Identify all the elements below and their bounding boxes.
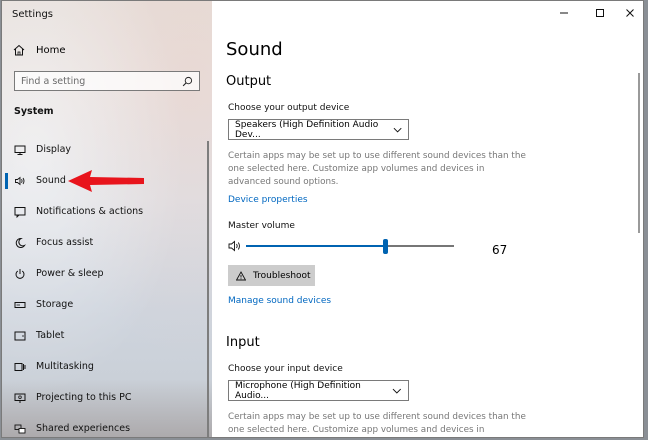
tablet-icon: [14, 331, 26, 340]
notification-icon: [14, 206, 26, 218]
input-device-select[interactable]: Microphone (High Definition Audio...: [228, 380, 409, 401]
chevron-down-icon: [392, 388, 402, 394]
sidebar-item-label: Multitasking: [36, 361, 94, 372]
main-pane: Sound Output Choose your output device S…: [212, 1, 643, 437]
sidebar-scrollbar[interactable]: [207, 141, 209, 437]
home-icon: [13, 44, 25, 56]
device-properties-link[interactable]: Device properties: [228, 195, 308, 205]
search-icon: [182, 76, 193, 86]
master-volume-slider[interactable]: [228, 238, 528, 254]
sidebar-item-label: Display: [36, 144, 72, 155]
close-icon: [626, 9, 634, 17]
speaker-icon: [15, 176, 25, 185]
monitor-icon: [14, 145, 26, 155]
sidebar-item-display[interactable]: Display: [2, 134, 212, 165]
sidebar-item-label: Sound: [36, 175, 66, 186]
sidebar-item-label: Power & sleep: [36, 268, 104, 279]
output-device-label: Choose your output device: [228, 103, 350, 113]
master-volume-label: Master volume: [228, 221, 295, 231]
sidebar-item-shared-experiences[interactable]: Shared experiences: [2, 413, 212, 437]
sidebar-item-projecting[interactable]: Projecting to this PC: [2, 382, 212, 413]
sidebar-item-power-sleep[interactable]: Power & sleep: [2, 258, 212, 289]
warning-icon: [236, 270, 246, 280]
output-device-select[interactable]: Speakers (High Definition Audio Dev...: [228, 119, 409, 140]
minimize-button[interactable]: [556, 5, 572, 21]
section-title: System: [14, 106, 54, 117]
close-button[interactable]: [622, 5, 638, 21]
output-device-value: Speakers (High Definition Audio Dev...: [235, 119, 379, 140]
sidebar-item-multitasking[interactable]: Multitasking: [2, 351, 212, 382]
volume-thumb[interactable]: [383, 239, 388, 254]
sidebar-item-notifications[interactable]: Notifications & actions: [2, 196, 212, 227]
troubleshoot-label: Troubleshoot: [253, 270, 311, 281]
manage-sound-devices-link[interactable]: Manage sound devices: [228, 296, 331, 306]
moon-icon: [15, 237, 26, 248]
search-input[interactable]: [21, 75, 182, 87]
window-title: Settings: [12, 9, 54, 20]
home-nav-item[interactable]: Home: [12, 43, 66, 57]
sidebar-item-label: Notifications & actions: [36, 206, 144, 217]
maximize-icon: [596, 9, 604, 17]
volume-value: 67: [492, 243, 508, 257]
shared-icon: [14, 424, 26, 433]
input-device-label: Choose your input device: [228, 364, 343, 374]
sidebar-item-storage[interactable]: Storage: [2, 289, 212, 320]
volume-track-fill: [246, 245, 385, 247]
sidebar-item-label: Focus assist: [36, 237, 94, 248]
home-label: Home: [36, 44, 66, 56]
power-icon: [15, 268, 25, 279]
speaker-icon: [228, 240, 240, 252]
troubleshoot-button[interactable]: Troubleshoot: [228, 265, 315, 286]
input-device-value: Microphone (High Definition Audio...: [235, 380, 361, 401]
sidebar-item-label: Storage: [36, 299, 74, 310]
input-heading: Input: [226, 335, 260, 350]
minimize-icon: [560, 12, 568, 14]
chevron-down-icon: [393, 127, 402, 132]
input-description: Certain apps may be set up to use differ…: [228, 412, 526, 435]
page-title: Sound: [226, 39, 283, 60]
output-heading: Output: [226, 74, 272, 89]
sidebar-item-tablet[interactable]: Tablet: [2, 320, 212, 351]
search-box[interactable]: [14, 71, 200, 91]
sidebar-item-label: Shared experiences: [36, 423, 131, 434]
volume-track[interactable]: [246, 239, 454, 254]
annotation-arrow-icon: [68, 170, 144, 192]
storage-icon: [14, 301, 26, 308]
multitasking-icon: [14, 362, 26, 371]
maximize-button[interactable]: [592, 5, 608, 21]
sidebar-item-focus-assist[interactable]: Focus assist: [2, 227, 212, 258]
sidebar: Settings Home System Display Sound Notif…: [2, 1, 212, 437]
sidebar-item-label: Tablet: [36, 330, 65, 341]
main-scrollbar[interactable]: [638, 73, 640, 233]
settings-window: Settings Home System Display Sound Notif…: [1, 0, 644, 438]
projector-icon: [14, 393, 26, 403]
output-description: Certain apps may be set up to use differ…: [228, 151, 526, 187]
sidebar-item-label: Projecting to this PC: [36, 392, 132, 403]
